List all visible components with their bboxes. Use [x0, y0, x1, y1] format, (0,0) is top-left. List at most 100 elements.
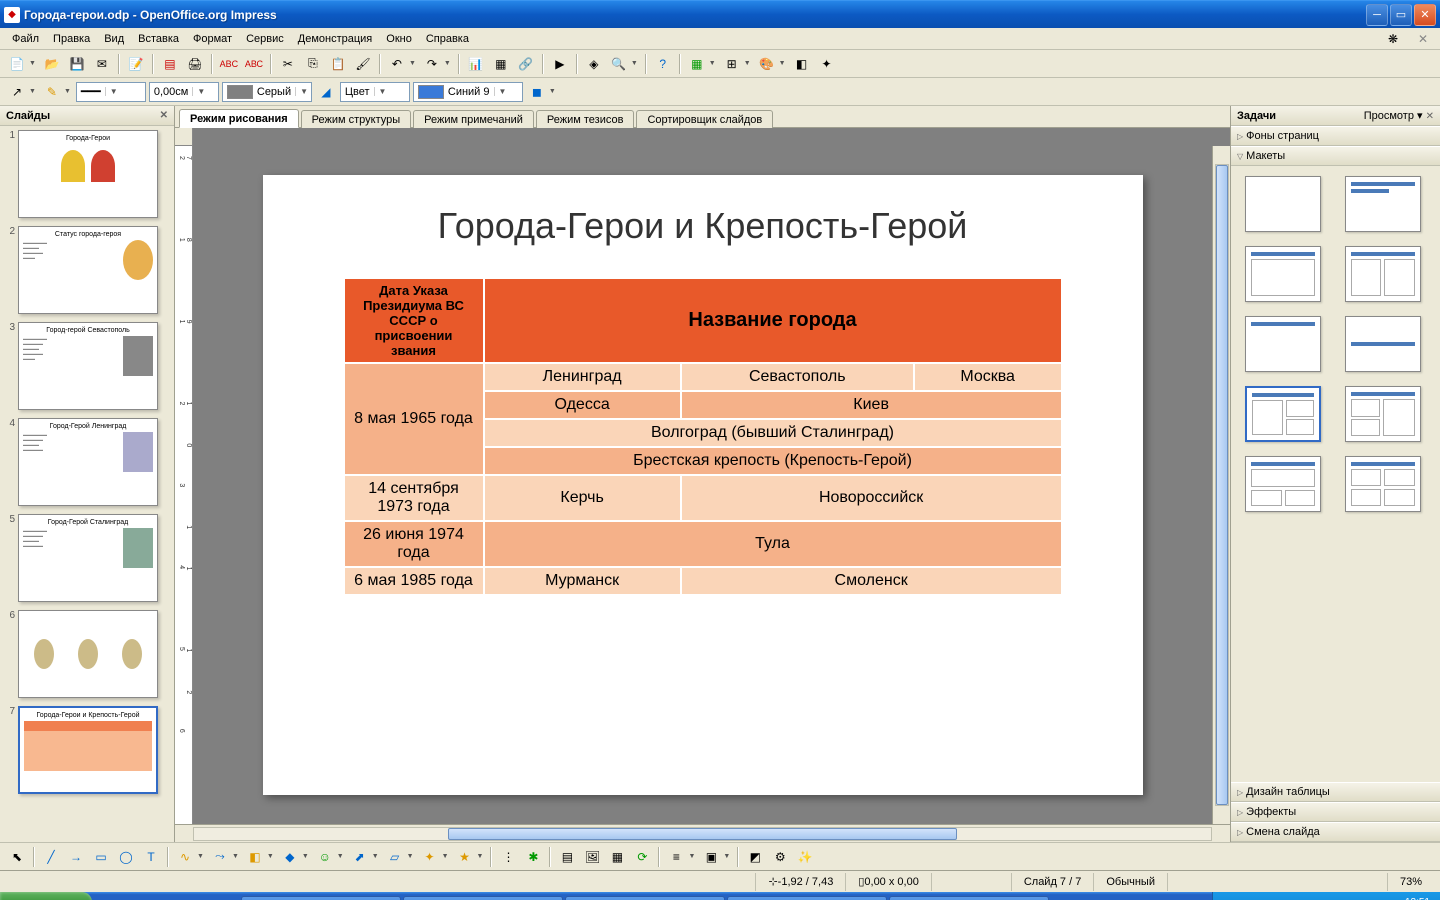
layout-four-obj[interactable] [1345, 456, 1421, 512]
stars-icon[interactable]: ★ [454, 846, 476, 868]
table-cell[interactable]: Волгоград (бывший Сталинград) [484, 419, 1062, 447]
ellipse-icon[interactable]: ◯ [115, 846, 137, 868]
rect-icon[interactable]: ▭ [90, 846, 112, 868]
table-cell[interactable]: 8 мая 1965 года [344, 363, 484, 475]
menu-file[interactable]: Файл [6, 31, 45, 47]
slide-canvas[interactable]: Города-Герои и Крепость-Герой Дата Указа… [263, 175, 1143, 795]
slide-thumb-2[interactable]: Статус города-героя▬▬▬▬▬▬▬▬▬▬▬▬▬▬▬▬▬▬ [18, 226, 158, 314]
vertical-scrollbar[interactable] [1212, 146, 1230, 824]
horizontal-scrollbar[interactable] [175, 824, 1230, 842]
basic-shapes-icon[interactable]: ◆ [279, 846, 301, 868]
tab-notes[interactable]: Режим примечаний [413, 110, 534, 128]
new-icon[interactable]: 📄 [6, 53, 28, 75]
slide-title-text[interactable]: Города-Герои и Крепость-Герой [303, 205, 1103, 247]
slide-thumb-6[interactable] [18, 610, 158, 698]
table-cell[interactable]: Одесса [484, 391, 681, 419]
minimize-button[interactable]: ─ [1366, 4, 1388, 26]
layout-title-only[interactable] [1245, 316, 1321, 372]
fill-type-combo[interactable]: Цвет▼ [340, 82, 410, 102]
slide-thumb-5[interactable]: Город-Герой Сталинград▬▬▬▬▬▬▬▬▬▬▬▬▬▬▬▬▬▬… [18, 514, 158, 602]
slide-thumb-3[interactable]: Город-герой Севастополь▬▬▬▬▬▬▬▬▬▬▬▬▬▬▬▬▬… [18, 322, 158, 410]
curve-icon[interactable]: ∿ [174, 846, 196, 868]
table-cell[interactable]: Смоленск [681, 567, 1062, 595]
task-word2[interactable]: ПР 1 (Создание през… [889, 896, 1049, 900]
task-mytest[interactable]: MyTestServer [403, 896, 563, 900]
start-button[interactable]: пуск [0, 892, 92, 900]
export-pdf-icon[interactable]: ▤ [159, 53, 181, 75]
task-word1[interactable]: Города-Герои (текс… [727, 896, 887, 900]
spellcheck-icon[interactable]: ABC [218, 53, 240, 75]
email-icon[interactable]: ✉ [91, 53, 113, 75]
layout-centered[interactable] [1345, 316, 1421, 372]
grid-icon[interactable]: ⊞ [721, 53, 743, 75]
layout-two-content[interactable] [1345, 246, 1421, 302]
close-panel-icon[interactable]: ✕ [160, 110, 168, 121]
table-cell[interactable]: Киев [681, 391, 1062, 419]
block-arrows-icon[interactable]: ⬈ [349, 846, 371, 868]
fill-color-combo[interactable]: Синий 9▼ [413, 82, 523, 102]
slide-thumbs-list[interactable]: 1 Города-Герои 2 Статус города-героя▬▬▬▬… [0, 126, 174, 842]
layout-over-obj[interactable] [1245, 456, 1321, 512]
connector-icon[interactable]: ⤳ [209, 846, 231, 868]
close-task-icon[interactable]: ✕ [1426, 111, 1434, 122]
table-icon[interactable]: ▦ [490, 53, 512, 75]
menu-format[interactable]: Формат [187, 31, 238, 47]
slide-thumb-7[interactable]: Города-Герои и Крепость-Герой [18, 706, 158, 794]
layout-text-obj[interactable] [1345, 386, 1421, 442]
shadow-icon[interactable]: ◼ [526, 81, 548, 103]
menu-window[interactable]: Окно [380, 31, 418, 47]
symbol-shapes-icon[interactable]: ☺ [314, 846, 336, 868]
cut-icon[interactable]: ✂ [277, 53, 299, 75]
fontwork2-icon[interactable]: ▤ [556, 846, 578, 868]
edit-icon[interactable]: 📝 [125, 53, 147, 75]
tab-drawing[interactable]: Режим рисования [179, 109, 299, 128]
fontwork-icon[interactable]: ✦ [816, 53, 838, 75]
from-file-icon[interactable]: 🖼 [581, 846, 603, 868]
slideshow-icon[interactable]: ▶ [549, 53, 571, 75]
menu-view[interactable]: Вид [98, 31, 130, 47]
select-icon[interactable]: ⬉ [6, 846, 28, 868]
menu-slideshow[interactable]: Демонстрация [292, 31, 379, 47]
menu-tools[interactable]: Сервис [240, 31, 290, 47]
open-icon[interactable]: 📂 [41, 53, 63, 75]
tab-outline[interactable]: Режим структуры [301, 110, 412, 128]
arrange-icon[interactable]: ▣ [700, 846, 722, 868]
interaction-icon[interactable]: ⚙ [769, 846, 791, 868]
slide-thumb-1[interactable]: Города-Герои [18, 130, 158, 218]
glue-icon[interactable]: ✱ [522, 846, 544, 868]
task-pane-view-link[interactable]: Просмотр [1364, 110, 1414, 122]
slide-table[interactable]: Дата Указа Президиума ВС СССР о присвоен… [343, 277, 1063, 596]
table-cell[interactable]: Новороссийск [681, 475, 1062, 521]
arrow-icon[interactable]: ↗ [6, 81, 28, 103]
points-icon[interactable]: ⋮ [497, 846, 519, 868]
close-doc-icon[interactable]: ✕ [1412, 28, 1434, 50]
extrusion-icon[interactable]: ◩ [744, 846, 766, 868]
autospell-icon[interactable]: АВС [243, 53, 265, 75]
section-layouts[interactable]: ▽Макеты [1231, 146, 1440, 166]
task-powerpoint[interactable]: PowerPoint [565, 896, 725, 900]
menu-insert[interactable]: Вставка [132, 31, 185, 47]
redo-icon[interactable]: ↷ [421, 53, 443, 75]
line-width-combo[interactable]: 0,00см▼ [149, 82, 219, 102]
section-transition[interactable]: ▷Смена слайда [1231, 822, 1440, 842]
gallery2-icon[interactable]: ▦ [606, 846, 628, 868]
table-header-city[interactable]: Название города [484, 278, 1062, 363]
arrow-line-icon[interactable]: → [65, 846, 87, 868]
text-icon[interactable]: T [140, 846, 162, 868]
layout-title-content[interactable] [1245, 246, 1321, 302]
slide-editor[interactable]: Города-Герои и Крепость-Герой Дата Указа… [193, 146, 1212, 824]
line-icon[interactable]: ╱ [40, 846, 62, 868]
table-cell[interactable]: Ленинград [484, 363, 681, 391]
line-color-icon[interactable]: ✎ [41, 81, 63, 103]
layout-obj-text[interactable] [1245, 386, 1321, 442]
table-cell[interactable]: 14 сентября 1973 года [344, 475, 484, 521]
gallery-icon[interactable]: ▦ [686, 53, 708, 75]
status-zoom[interactable]: 73% [1387, 873, 1434, 891]
table-cell[interactable]: Брестская крепость (Крепость-Герой) [484, 447, 1062, 475]
line-style-combo[interactable]: ━━━▼ [76, 82, 146, 102]
save-icon[interactable]: 💾 [66, 53, 88, 75]
slide-thumb-4[interactable]: Город-Герой Ленинград▬▬▬▬▬▬▬▬▬▬▬▬▬▬▬▬▬▬▬… [18, 418, 158, 506]
extrude-icon[interactable]: ◧ [791, 53, 813, 75]
maximize-button[interactable]: ▭ [1390, 4, 1412, 26]
table-cell[interactable]: Мурманск [484, 567, 681, 595]
